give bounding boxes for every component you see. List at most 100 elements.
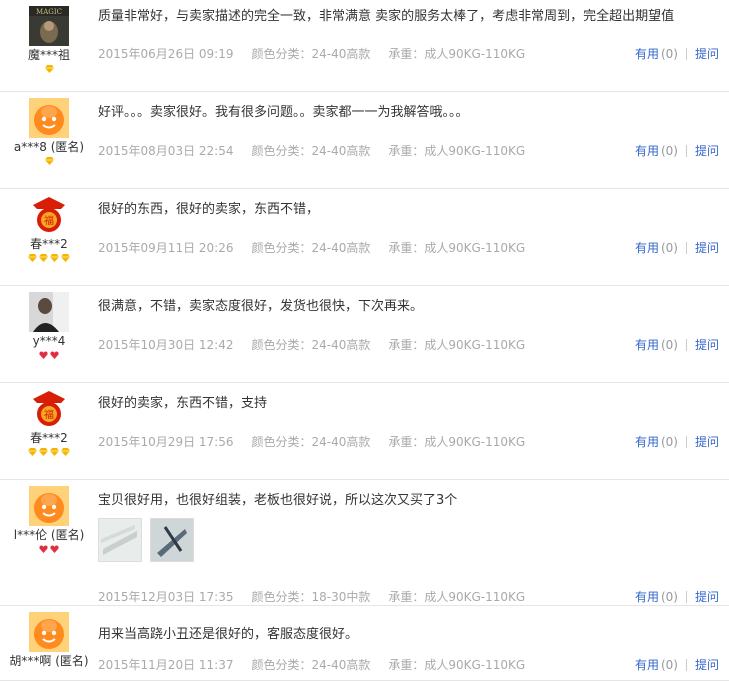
reviewer-rank	[0, 254, 98, 265]
diamond-rank-icon	[28, 448, 37, 456]
ask-question-button[interactable]: 提问	[695, 47, 719, 61]
review-text: 好评。。。卖家很好。我有很多问题。。卖家都一一为我解答哦。。。	[98, 105, 469, 120]
ask-question-button[interactable]: 提问	[695, 435, 719, 449]
review-meta: 2015年06月26日 09:19 颜色分类：24-40高款 承重：成人90KG-1…	[98, 45, 543, 62]
review-meta: 2015年12月03日 17:35 颜色分类：18-30中款 承重：成人90KG-1…	[98, 588, 543, 605]
review-content: 好评。。。卖家很好。我有很多问题。。卖家都一一为我解答哦。。。 2015年08月0…	[98, 104, 729, 158]
review-photos	[98, 518, 729, 564]
review-item: MAGIC 魔***祖 质量非常好，与卖家描述的完全一致，非常满意 卖家的服务太棒了…	[0, 0, 729, 92]
divider	[685, 591, 687, 603]
review-color: 颜色分类：24-40高款	[251, 47, 371, 61]
review-meta: 2015年10月29日 17:56 颜色分类：24-40高款 承重：成人90KG-1…	[98, 433, 543, 450]
review-content: 很好的卖家，东西不错，支持 2015年10月29日 17:56 颜色分类：24-40…	[98, 395, 729, 449]
review-weight: 承重：成人90KG-110KG	[388, 47, 526, 61]
useful-button[interactable]: 有用	[635, 435, 659, 449]
ask-question-button[interactable]: 提问	[695, 590, 719, 604]
ask-question-button[interactable]: 提问	[695, 144, 719, 158]
diamond-rank-icon	[61, 254, 70, 262]
useful-button[interactable]: 有用	[635, 338, 659, 352]
review-color: 颜色分类：24-40高款	[251, 338, 371, 352]
reviewer-rank	[0, 545, 98, 556]
reviewer-rank	[0, 351, 98, 362]
reviewer-info: a***8 (匿名)	[0, 92, 98, 168]
divider	[685, 436, 687, 448]
useful-count: (0)	[660, 338, 678, 352]
reviewer-rank	[0, 671, 98, 682]
review-weight: 承重：成人90KG-110KG	[388, 241, 526, 255]
review-date: 2015年08月03日 22:54	[98, 144, 234, 158]
reviewer-rank	[0, 448, 98, 459]
spring-festival-avatar[interactable]: 福	[29, 195, 69, 235]
review-item: a***8 (匿名) 好评。。。卖家很好。我有很多问题。。卖家都一一为我解答哦。。…	[0, 92, 729, 189]
magic-photo-avatar[interactable]: MAGIC	[29, 6, 69, 46]
review-text: 很满意，不错，卖家态度很好，发货也很快，下次再来。	[98, 299, 424, 314]
review-meta: 2015年08月03日 22:54 颜色分类：24-40高款 承重：成人90KG-1…	[98, 142, 543, 159]
review-date: 2015年10月29日 17:56	[98, 435, 234, 449]
review-content: 质量非常好，与卖家描述的完全一致，非常满意 卖家的服务太棒了，考虑非常周到，完全…	[98, 8, 729, 61]
reviewer-info: 福春***2	[0, 189, 98, 265]
reviewer-name: 胡***啊 (匿名)	[9, 654, 89, 668]
divider	[685, 48, 687, 60]
anonymous-orange-avatar[interactable]	[29, 612, 69, 652]
review-color: 颜色分类：24-40高款	[251, 658, 371, 672]
review-item: 福春***2 很好的东西，很好的卖家，东西不错， 2015年09月11日 20:26…	[0, 189, 729, 286]
reviewer-name: 春***2	[30, 431, 68, 445]
review-date: 2015年11月20日 11:37	[98, 658, 234, 672]
man-photo-avatar[interactable]	[29, 292, 69, 332]
divider	[685, 339, 687, 351]
review-actions: 有用 (0) 提问	[635, 588, 719, 605]
review-color: 颜色分类：24-40高款	[251, 144, 371, 158]
review-actions: 有用 (0) 提问	[635, 336, 719, 353]
svg-text:MAGIC: MAGIC	[36, 8, 62, 16]
review-content: 用来当高跷小丑还是很好的，客服态度很好。 2015年11月20日 11:37 颜色分…	[98, 626, 729, 672]
useful-count: (0)	[660, 435, 678, 449]
review-content: 很好的东西，很好的卖家，东西不错， 2015年09月11日 20:26 颜色分类：2…	[98, 201, 729, 255]
useful-count: (0)	[660, 241, 678, 255]
useful-count: (0)	[660, 658, 678, 672]
useful-button[interactable]: 有用	[635, 241, 659, 255]
review-content: 宝贝很好用，也很好组装，老板也很好说，所以这次又买了3个 2015年12月03日 …	[98, 492, 729, 604]
reviewer-rank	[0, 157, 98, 168]
useful-button[interactable]: 有用	[635, 658, 659, 672]
diamond-rank-icon	[39, 254, 48, 262]
review-text: 宝贝很好用，也很好组装，老板也很好说，所以这次又买了3个	[98, 493, 458, 508]
review-actions: 有用 (0) 提问	[635, 239, 719, 256]
useful-button[interactable]: 有用	[635, 47, 659, 61]
review-text: 很好的东西，很好的卖家，东西不错，	[98, 202, 320, 217]
diamond-rank-icon	[44, 157, 54, 165]
diamond-rank-icon	[39, 448, 48, 456]
ask-question-button[interactable]: 提问	[695, 658, 719, 672]
spring-festival-avatar[interactable]: 福	[29, 389, 69, 429]
useful-count: (0)	[660, 590, 678, 604]
review-photo-1[interactable]	[98, 518, 142, 562]
ask-question-button[interactable]: 提问	[695, 241, 719, 255]
review-color: 颜色分类：24-40高款	[251, 435, 371, 449]
review-weight: 承重：成人90KG-110KG	[388, 144, 526, 158]
ask-question-button[interactable]: 提问	[695, 338, 719, 352]
diamond-rank-icon	[50, 448, 59, 456]
anonymous-orange-avatar[interactable]	[29, 98, 69, 138]
review-actions: 有用 (0) 提问	[635, 656, 719, 673]
heart-rank-icon	[39, 545, 48, 553]
useful-count: (0)	[660, 47, 678, 61]
review-content: 很满意，不错，卖家态度很好，发货也很快，下次再来。 2015年10月30日 12:…	[98, 298, 729, 352]
reviewer-name: 魔***祖	[27, 48, 70, 62]
anonymous-orange-avatar[interactable]	[29, 486, 69, 526]
divider	[685, 242, 687, 254]
heart-rank-icon	[50, 351, 59, 359]
useful-button[interactable]: 有用	[635, 144, 659, 158]
reviewer-info: 胡***啊 (匿名)	[0, 606, 98, 682]
review-date: 2015年09月11日 20:26	[98, 241, 234, 255]
review-photo-2[interactable]	[150, 518, 194, 562]
review-text: 质量非常好，与卖家描述的完全一致，非常满意 卖家的服务太棒了，考虑非常周到，完全…	[98, 9, 675, 24]
review-weight: 承重：成人90KG-110KG	[388, 435, 526, 449]
reviewer-name: 春***2	[30, 237, 68, 251]
diamond-rank-icon	[28, 254, 37, 262]
useful-count: (0)	[660, 144, 678, 158]
review-color: 颜色分类：24-40高款	[251, 241, 371, 255]
reviewer-name: l***伦 (匿名)	[13, 528, 85, 542]
divider	[685, 659, 687, 671]
useful-button[interactable]: 有用	[635, 590, 659, 604]
review-text: 用来当高跷小丑还是很好的，客服态度很好。	[98, 627, 359, 642]
diamond-rank-icon	[50, 254, 59, 262]
